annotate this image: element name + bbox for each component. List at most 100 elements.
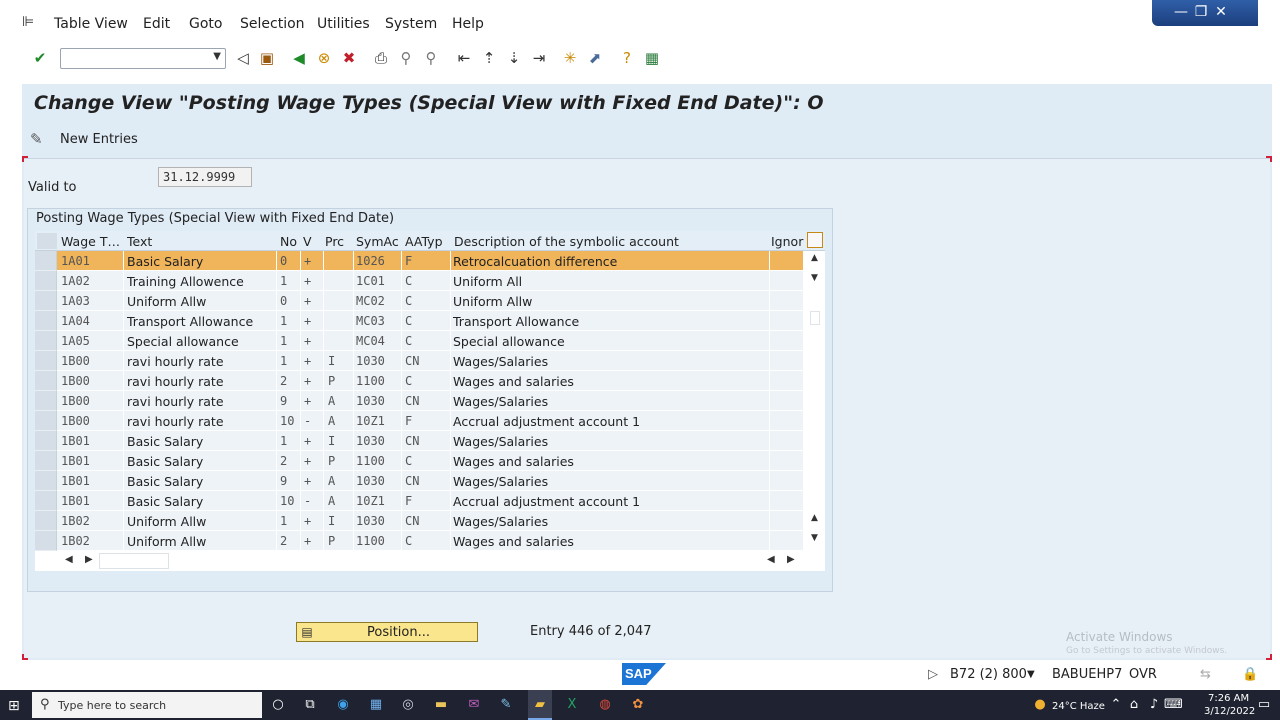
cell-v[interactable]: +: [304, 474, 311, 488]
col-v[interactable]: V: [303, 234, 312, 249]
table-row[interactable]: 1B01 Basic Salary 9 + A 1030 CN Wages/Salaries: [35, 471, 825, 491]
cell-text[interactable]: Uniform Allw: [127, 534, 206, 549]
cell-text[interactable]: Uniform Allw: [127, 514, 206, 529]
table-row[interactable]: 1B02 Uniform Allw 1 + I 1030 CN Wages/Salaries: [35, 511, 825, 531]
save-icon[interactable]: ▣: [258, 49, 276, 67]
enter-icon[interactable]: ✔: [31, 49, 49, 67]
col-prc[interactable]: Prc: [325, 234, 344, 249]
status-expand-icon[interactable]: ▷: [928, 667, 938, 682]
clock-time[interactable]: 7:26 AM: [1208, 693, 1249, 704]
table-row[interactable]: 1A03 Uniform Allw 0 + MC02 C Uniform Allw: [35, 291, 825, 311]
last-page-icon[interactable]: ⇥: [530, 49, 548, 67]
cell-wage-type[interactable]: 1B01: [61, 454, 90, 468]
cancel-icon[interactable]: ✖: [340, 49, 358, 67]
edge-icon[interactable]: ◉: [335, 697, 351, 713]
app2-icon[interactable]: ✿: [630, 697, 646, 713]
cell-description[interactable]: Wages/Salaries: [453, 434, 548, 449]
cell-description[interactable]: Uniform All: [453, 274, 522, 289]
cell-wage-type[interactable]: 1A02: [61, 274, 90, 288]
find-icon[interactable]: ⚲: [397, 49, 415, 67]
weather-text[interactable]: 24°C Haze: [1052, 701, 1105, 712]
cell-symac[interactable]: 10Z1: [356, 414, 385, 428]
cell-aatyp[interactable]: F: [405, 414, 412, 428]
cell-wage-type[interactable]: 1A05: [61, 334, 90, 348]
row-selector[interactable]: [35, 351, 57, 371]
cell-v[interactable]: +: [304, 434, 311, 448]
cell-aatyp[interactable]: CN: [405, 354, 419, 368]
cell-description[interactable]: Transport Allowance: [453, 314, 579, 329]
menu-utilities[interactable]: Utilities: [317, 16, 370, 32]
cell-wage-type[interactable]: 1B00: [61, 394, 90, 408]
maximize-button[interactable]: ❐: [1192, 3, 1210, 21]
task-view-icon[interactable]: ⧉: [302, 697, 318, 713]
row-selector[interactable]: [35, 331, 57, 351]
row-selector[interactable]: [35, 251, 57, 271]
cell-text[interactable]: Basic Salary: [127, 474, 203, 489]
lock-icon[interactable]: 🔒: [1242, 667, 1258, 682]
select-all-cell[interactable]: [37, 233, 57, 249]
cell-no[interactable]: 1: [280, 434, 287, 448]
cell-text[interactable]: Training Allowence: [127, 274, 244, 289]
close-button[interactable]: ✕: [1212, 3, 1230, 21]
cell-text[interactable]: Uniform Allw: [127, 294, 206, 309]
cell-wage-type[interactable]: 1B02: [61, 534, 90, 548]
cell-no[interactable]: 10: [280, 414, 294, 428]
cell-symac[interactable]: 1C01: [356, 274, 385, 288]
cell-aatyp[interactable]: C: [405, 534, 412, 548]
cell-aatyp[interactable]: F: [405, 494, 412, 508]
volume-icon[interactable]: ♪: [1146, 697, 1162, 713]
row-selector[interactable]: [35, 431, 57, 451]
menu-system[interactable]: System: [385, 16, 437, 32]
cell-symac[interactable]: MC02: [356, 294, 385, 308]
cell-symac[interactable]: 1030: [356, 394, 385, 408]
cell-aatyp[interactable]: CN: [405, 514, 419, 528]
cell-description[interactable]: Wages/Salaries: [453, 394, 548, 409]
app-icon[interactable]: ◎: [400, 697, 416, 713]
cell-aatyp[interactable]: C: [405, 334, 412, 348]
valid-to-field[interactable]: 31.12.9999: [158, 167, 252, 187]
row-selector[interactable]: [35, 291, 57, 311]
find-next-icon[interactable]: ⚲: [422, 49, 440, 67]
customize-layout-icon[interactable]: ▦: [643, 49, 661, 67]
scroll-down-icon[interactable]: ▼: [811, 273, 818, 283]
first-page-icon[interactable]: ⇤: [455, 49, 473, 67]
cell-symac[interactable]: 1100: [356, 374, 385, 388]
cell-no[interactable]: 1: [280, 314, 287, 328]
scroll-left-icon[interactable]: ◀: [767, 554, 775, 565]
cell-no[interactable]: 0: [280, 254, 287, 268]
cell-description[interactable]: Special allowance: [453, 334, 565, 349]
cell-wage-type[interactable]: 1A01: [61, 254, 90, 268]
table-row[interactable]: 1B00 ravi hourly rate 1 + I 1030 CN Wages/Salar…: [35, 351, 825, 371]
col-symac[interactable]: SymAc: [356, 234, 399, 249]
row-selector[interactable]: [35, 411, 57, 431]
horizontal-scrollbar[interactable]: ◀ ▶ ◀ ▶: [35, 551, 825, 571]
cell-no[interactable]: 1: [280, 274, 287, 288]
cell-description[interactable]: Uniform Allw: [453, 294, 532, 309]
cell-wage-type[interactable]: 1B01: [61, 434, 90, 448]
cell-wage-type[interactable]: 1B02: [61, 514, 90, 528]
cell-v[interactable]: -: [304, 494, 311, 508]
scroll-left-icon[interactable]: ◀: [65, 554, 73, 565]
scroll-up-icon[interactable]: ▲: [811, 513, 818, 523]
language-icon[interactable]: ⌨: [1164, 697, 1183, 713]
help-icon[interactable]: ?: [618, 49, 636, 67]
table-row[interactable]: 1A04 Transport Allowance 1 + MC03 C Transport …: [35, 311, 825, 331]
cell-no[interactable]: 2: [280, 374, 287, 388]
scroll-right-icon[interactable]: ▶: [85, 554, 93, 565]
cell-symac[interactable]: 1100: [356, 534, 385, 548]
prev-page-icon[interactable]: ⇡: [480, 49, 498, 67]
cell-prc[interactable]: P: [328, 534, 335, 548]
cell-text[interactable]: ravi hourly rate: [127, 394, 224, 409]
tray-chevron-icon[interactable]: ⌃: [1108, 697, 1124, 713]
cell-description[interactable]: Retrocalcuation difference: [453, 254, 617, 269]
cell-v[interactable]: +: [304, 534, 311, 548]
table-row[interactable]: 1A01 Basic Salary 0 +1026 F Retrocalcuation d…: [35, 251, 825, 271]
cell-text[interactable]: Basic Salary: [127, 494, 203, 509]
row-selector[interactable]: [35, 271, 57, 291]
cell-v[interactable]: +: [304, 514, 311, 528]
cell-symac[interactable]: MC03: [356, 314, 385, 328]
taskbar-search[interactable]: ⚲ Type here to search: [32, 692, 262, 718]
cell-text[interactable]: Basic Salary: [127, 254, 203, 269]
menu-help[interactable]: Help: [452, 16, 484, 32]
command-field[interactable]: ▼: [60, 48, 226, 69]
